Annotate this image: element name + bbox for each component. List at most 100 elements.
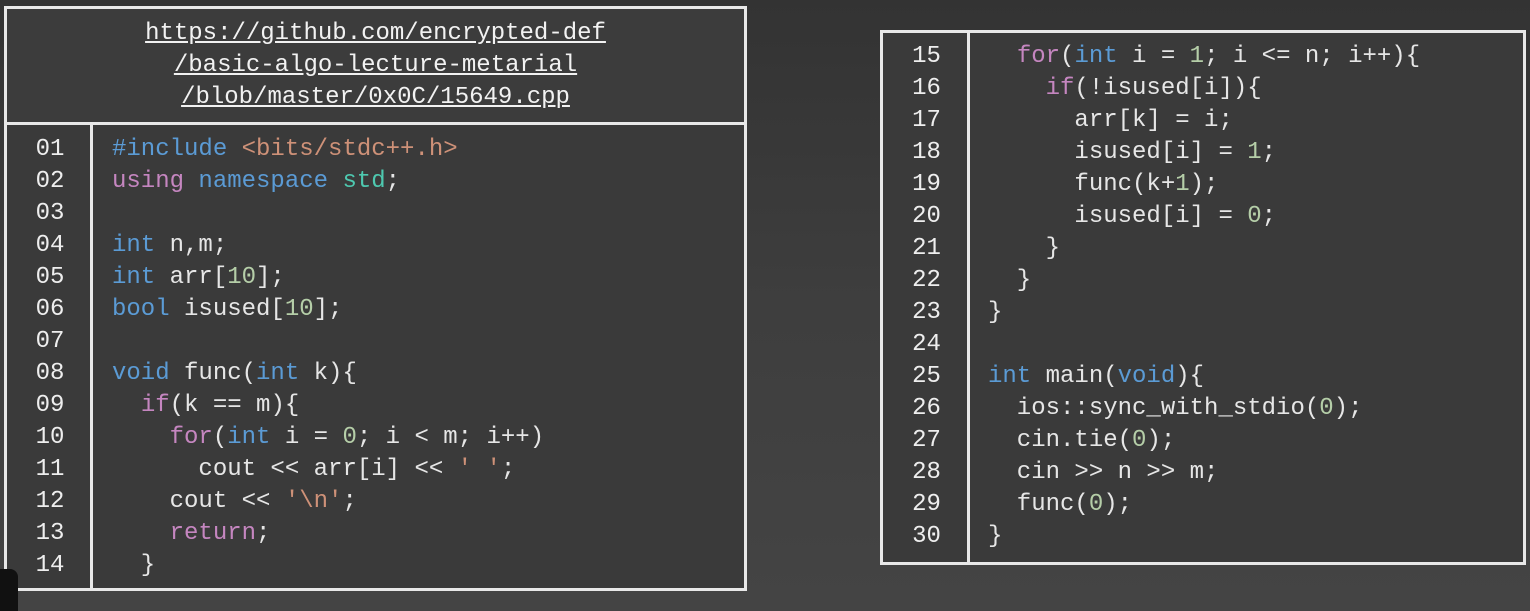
code-token: int [112,232,170,259]
code-token: ); [1333,395,1363,422]
code-line: } [988,265,1420,297]
code-line: bool isused[10]; [112,294,544,326]
code-token: ( [1060,43,1075,70]
line-number: 16 [912,75,941,102]
code-token: k){ [313,360,357,387]
code-token: ; [385,168,401,195]
code-token: ); [1146,427,1176,454]
line-number: 29 [912,491,941,518]
code-token: ; [1261,203,1277,230]
line-number: 12 [35,488,65,515]
code-token: #include [112,136,242,163]
code-token: } [988,523,1003,550]
line-number: 20 [912,203,941,230]
code-line: isused[i] = 1; [988,137,1420,169]
code-token: 1 [1247,139,1262,166]
code-token: isused[i] = [988,203,1248,230]
source-url-line-1[interactable]: https://github.com/encrypted-def [145,18,606,50]
code-token: int [988,363,1046,390]
line-number: 15 [912,43,941,70]
code-line: int main(void){ [988,361,1420,393]
code-token: void [112,360,185,387]
code-token: main( [1045,363,1118,390]
code-token: func( [184,360,257,387]
code-line: func(k+1); [988,169,1420,201]
code-token: n,m; [169,232,228,259]
code-token: namespace [198,168,343,195]
code-token: i = [1132,43,1190,70]
code-token: ios::sync_with_stdio( [988,395,1320,422]
line-number: 23 [912,299,941,326]
code-line: } [988,233,1420,265]
code-token: ]; [313,296,343,323]
code-line: return; [112,518,544,550]
code-token: cin.tie( [988,427,1133,454]
code-token: 0 [1088,491,1104,518]
code-line: if(!isused[i]){ [988,73,1420,105]
code-token: ); [1103,491,1133,518]
code-token: 0 [1319,395,1334,422]
code-token: ; [500,456,516,483]
code-token: '\n' [284,488,343,515]
code-line: if(k == m){ [112,390,544,422]
line-number: 30 [912,523,941,550]
line-number: 11 [35,456,65,483]
code-panel-right: 15 16 17 18 19 20 21 22 23 24 25 26 27 28 29 30 for(int… [880,30,1526,565]
code-token: (k == m){ [169,392,300,419]
code-block-right: for(int i = 1; i <= n; i++){ if(!isused[… [988,41,1420,553]
line-number: 02 [35,168,65,195]
code-line: #include <bits/stdc++.h> [112,134,544,166]
line-number: 27 [912,427,941,454]
code-token: for [1016,43,1061,70]
code-token: ]; [256,264,285,291]
line-number: 03 [35,200,65,227]
code-line: using namespace std; [112,166,544,198]
code-token: void [1117,363,1176,390]
code-line: int arr[10]; [112,262,544,294]
code-line: cout << '\n'; [112,486,544,518]
code-line: cout << arr[i] << ' '; [112,454,544,486]
line-number: 17 [912,107,941,134]
line-number: 07 [35,328,65,355]
code-token: std [342,168,386,195]
code-token: arr[k] = i; [988,107,1233,134]
code-token: } [988,299,1003,326]
corner-fragment [0,569,18,611]
code-line: int n,m; [112,230,544,262]
code-line: } [112,550,544,582]
line-number: 21 [912,235,941,262]
code-token: } [988,235,1061,262]
line-number: 26 [912,395,941,422]
code-line: isused[i] = 0; [988,201,1420,233]
code-token: ; [256,520,271,547]
code-token: 1 [1189,43,1205,70]
code-token: using [112,168,199,195]
code-token: func( [988,491,1089,518]
code-token: 0 [1247,203,1262,230]
line-number: 09 [35,392,65,419]
code-token: arr[ [169,264,228,291]
code-token: for [169,424,213,451]
line-number: 10 [35,424,65,451]
line-number: 13 [35,520,65,547]
source-url-line-2[interactable]: /basic-algo-lecture-metarial [174,50,577,82]
code-token: int [256,360,314,387]
code-line: for(int i = 0; i < m; i++) [112,422,544,454]
code-token: 0 [342,424,357,451]
code-token: ){ [1175,363,1205,390]
code-token: i = [284,424,343,451]
line-number: 24 [912,331,941,358]
source-url-line-3[interactable]: /blob/master/0x0C/15649.cpp [181,82,570,114]
code-token: ( [212,424,228,451]
line-number: 04 [35,232,65,259]
line-number: 22 [912,267,941,294]
line-number: 05 [35,264,65,291]
code-line: void func(int k){ [112,358,544,390]
code-token: } [112,552,156,579]
